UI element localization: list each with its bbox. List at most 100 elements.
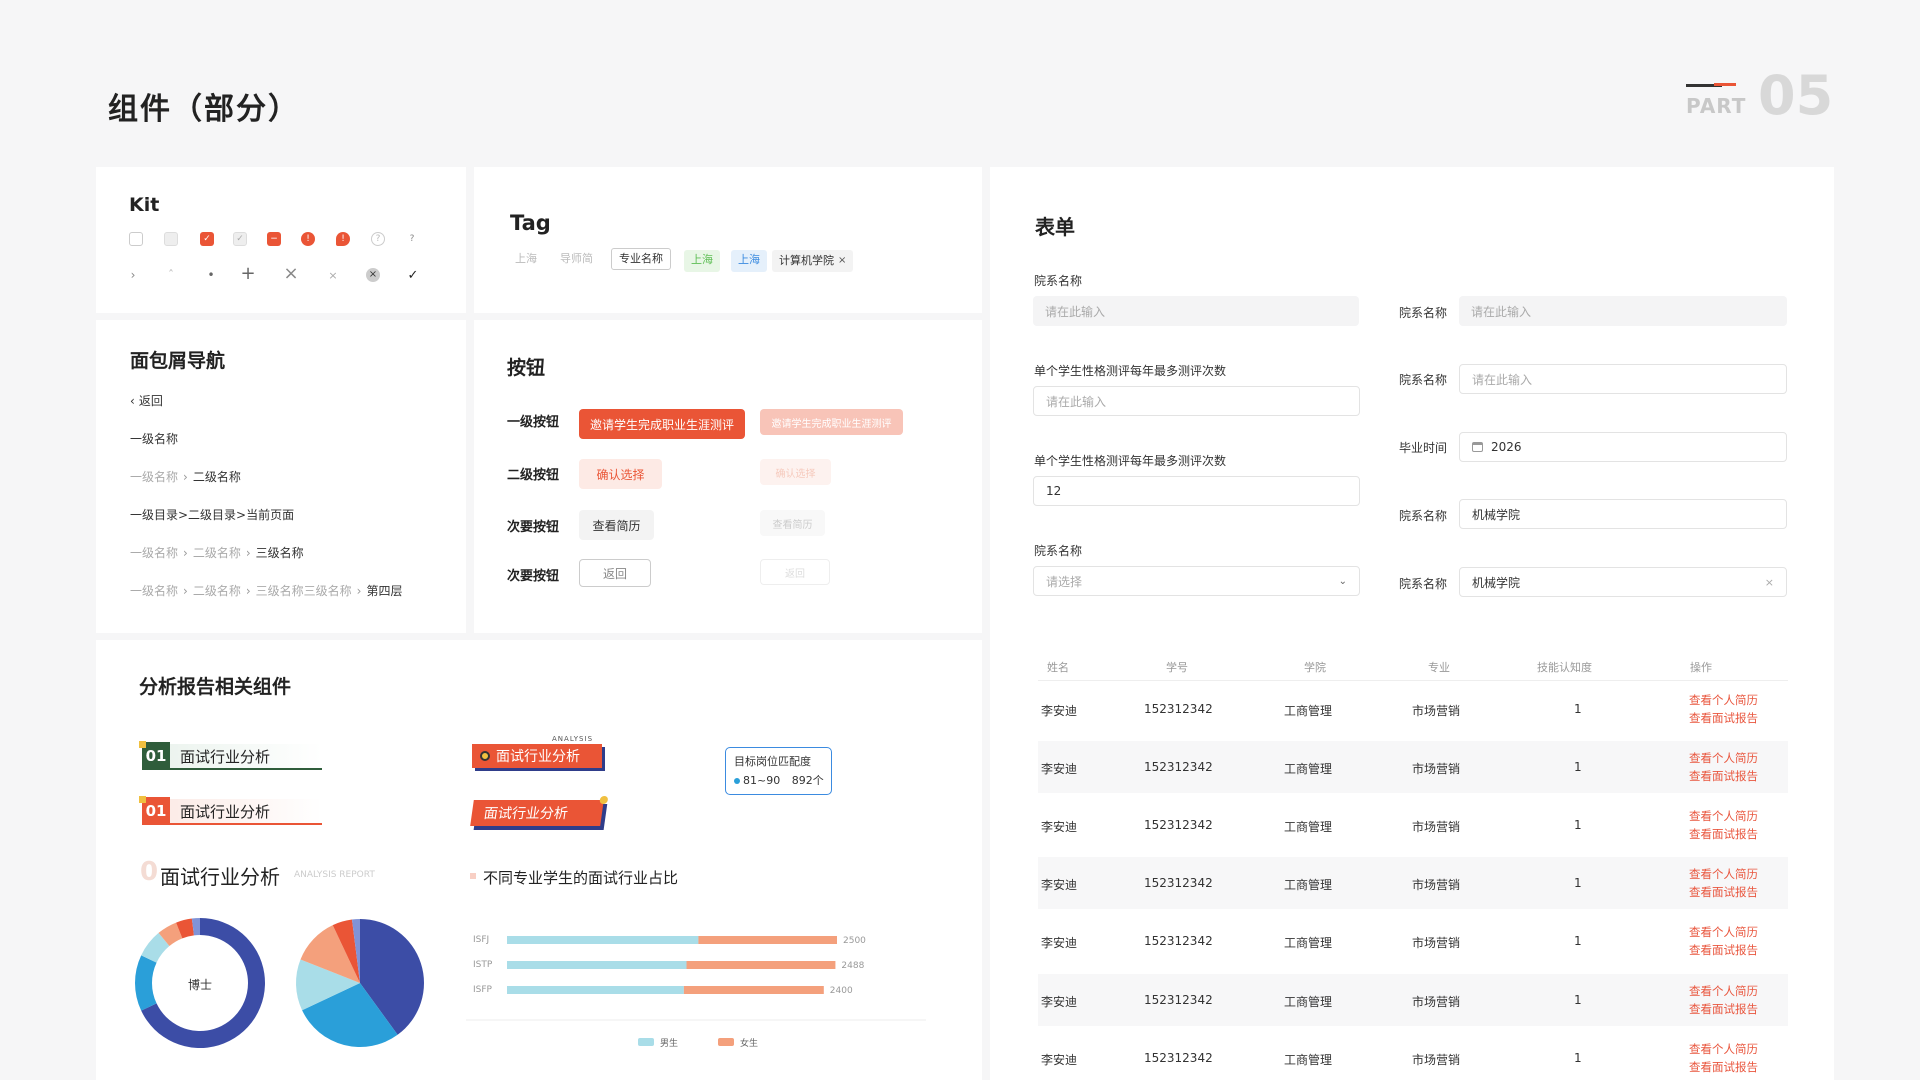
breadcrumb-back[interactable]: ‹ 返回: [130, 392, 163, 409]
breadcrumb-current: 第四层: [366, 584, 403, 598]
tertiary-button[interactable]: 查看简历: [579, 510, 654, 540]
decor-zero: 0: [140, 857, 159, 887]
close-icon[interactable]: ×: [838, 251, 846, 271]
dot-icon: •: [207, 268, 215, 282]
table-cell-score: 1: [1574, 993, 1582, 1007]
page-title: 组件（部分）: [108, 92, 300, 127]
table-cell-name: 李安迪: [1041, 762, 1078, 776]
section-header-style-1: 01 面试行业分析: [139, 741, 322, 770]
section-header-style-3: 0 面试行业分析 ANALYSIS REPORT: [140, 857, 400, 891]
donut-slice: [135, 955, 157, 1011]
legend-label: 女生: [740, 1037, 758, 1049]
close-circle-icon: ×: [366, 268, 380, 282]
college-input[interactable]: 机械学院: [1459, 499, 1787, 529]
breadcrumb-item[interactable]: 一级名称: [130, 546, 178, 560]
table-row: 李安迪 152312342 工商管理 市场营销 1 查看个人简历 查看面试报告: [1038, 799, 1788, 851]
ribbon-header-1: 面试行业分析: [472, 744, 602, 768]
view-resume-link[interactable]: 查看个人简历: [1689, 923, 1758, 941]
department-select[interactable]: 请选择 ⌄: [1033, 566, 1360, 596]
date-value: 2026: [1491, 440, 1522, 454]
primary-button[interactable]: 邀请学生完成职业生涯测评: [579, 409, 745, 439]
breadcrumb-row-5: 一级名称 › 二级名称 › 三级名称三级名称 › 第四层: [130, 582, 403, 599]
table-header-cell: 技能认知度: [1537, 661, 1592, 674]
tag-title: Tag: [510, 211, 551, 235]
category-label: ISTP: [473, 960, 493, 970]
table-cell-name: 李安迪: [1041, 878, 1078, 892]
view-resume-link[interactable]: 查看个人简历: [1689, 865, 1758, 883]
alert-circle-icon: !: [301, 232, 315, 246]
table-cell-name: 李安迪: [1041, 1053, 1078, 1067]
view-resume-link[interactable]: 查看个人简历: [1689, 982, 1758, 1000]
table-cell-major: 市场营销: [1412, 1053, 1461, 1067]
section-subtext: ANALYSIS REPORT: [294, 870, 375, 880]
kit-title: Kit: [129, 194, 160, 216]
ribbon-small-caption: ANALYSIS: [552, 735, 594, 743]
department-input[interactable]: 请在此输入: [1033, 296, 1359, 326]
form-label: 单个学生性格测评每年最多测评次数: [1034, 364, 1227, 378]
part-number: 05: [1758, 64, 1834, 127]
form-label: 院系名称: [1399, 306, 1448, 320]
accent-dot: [139, 796, 146, 803]
view-report-link[interactable]: 查看面试报告: [1689, 825, 1758, 843]
part-label: PART: [1686, 94, 1747, 118]
bar-female: [686, 961, 836, 969]
match-count: 892个: [791, 774, 824, 787]
department-input-inline[interactable]: 请在此输入: [1459, 296, 1787, 326]
table-cell-score: 1: [1574, 876, 1582, 890]
table-cell-score: 1: [1574, 818, 1582, 832]
college-input-clearable[interactable]: 机械学院 ×: [1459, 567, 1787, 597]
department-input-outline[interactable]: 请在此输入: [1459, 364, 1787, 394]
tag-closable[interactable]: 计算机学院 ×: [772, 250, 854, 272]
table-cell-score: 1: [1574, 760, 1582, 774]
view-report-link[interactable]: 查看面试报告: [1689, 883, 1758, 901]
table-header-cell: 学院: [1304, 661, 1326, 674]
chevron-up-icon: ˆ: [168, 268, 174, 282]
bar-chart: ISFJ 2500 ISTP 2488 ISFP 2400 男生 女生: [466, 935, 926, 1049]
view-resume-link[interactable]: 查看个人简历: [1689, 749, 1758, 767]
part-accent-red: [1714, 83, 1736, 86]
section-text: 面试行业分析: [180, 802, 271, 821]
view-report-link[interactable]: 查看面试报告: [1689, 941, 1758, 959]
breadcrumb-item[interactable]: 二级名称: [193, 584, 241, 598]
breadcrumb-item[interactable]: 一级名称: [130, 470, 178, 484]
close-small-icon: ×: [328, 268, 338, 282]
assessment-count-input[interactable]: 请在此输入: [1033, 386, 1360, 416]
checkbox-empty-icon[interactable]: [129, 232, 143, 246]
form-label: 单个学生性格测评每年最多测评次数: [1034, 454, 1227, 468]
breadcrumb-item[interactable]: 三级名称三级名称: [256, 584, 352, 598]
help-circle-outline-icon: ?: [371, 232, 385, 246]
legend-swatch: [638, 1038, 654, 1046]
table-cell-college: 工商管理: [1284, 936, 1333, 950]
view-resume-link[interactable]: 查看个人简历: [1689, 691, 1758, 709]
chevron-right-icon: ›: [130, 268, 136, 282]
analysis-title: 分析报告相关组件: [139, 676, 292, 698]
secondary-button[interactable]: 确认选择: [579, 459, 662, 489]
close-icon[interactable]: ×: [1765, 576, 1774, 589]
graduation-date-picker[interactable]: 2026: [1459, 432, 1787, 462]
view-resume-link[interactable]: 查看个人简历: [1689, 807, 1758, 825]
view-resume-link[interactable]: 查看个人简历: [1689, 1040, 1758, 1058]
outline-button[interactable]: 返回: [579, 559, 651, 587]
section-number: 01: [142, 797, 170, 825]
breadcrumb-item[interactable]: 二级名称: [193, 546, 241, 560]
breadcrumb-row-4: 一级名称 › 二级名称 › 三级名称: [130, 544, 304, 561]
breadcrumb-row-1: 一级名称: [130, 432, 179, 446]
chart-title-marker: [470, 873, 476, 879]
chevron-right-icon: ›: [183, 470, 188, 484]
view-report-link[interactable]: 查看面试报告: [1689, 767, 1758, 785]
category-label: ISFJ: [473, 935, 489, 945]
form-label: 院系名称: [1034, 274, 1083, 288]
breadcrumb-item[interactable]: 一级名称: [130, 584, 178, 598]
view-report-link[interactable]: 查看面试报告: [1689, 1000, 1758, 1018]
table-row: 李安迪 152312342 工商管理 市场营销 1 查看个人简历 查看面试报告: [1038, 915, 1788, 967]
chevron-down-icon: ⌄: [1338, 575, 1347, 587]
bar-total-label: 2488: [841, 961, 864, 971]
tag-outline[interactable]: 专业名称: [611, 248, 671, 270]
bar-total-label: 2400: [830, 986, 853, 996]
ribbon-text: 面试行业分析: [496, 749, 580, 765]
view-report-link[interactable]: 查看面试报告: [1689, 1058, 1758, 1076]
assessment-count-filled-input[interactable]: 12: [1033, 476, 1360, 506]
checkbox-indeterminate-icon[interactable]: −: [267, 232, 281, 246]
checkbox-checked-icon[interactable]: ✓: [200, 232, 214, 246]
view-report-link[interactable]: 查看面试报告: [1689, 709, 1758, 727]
